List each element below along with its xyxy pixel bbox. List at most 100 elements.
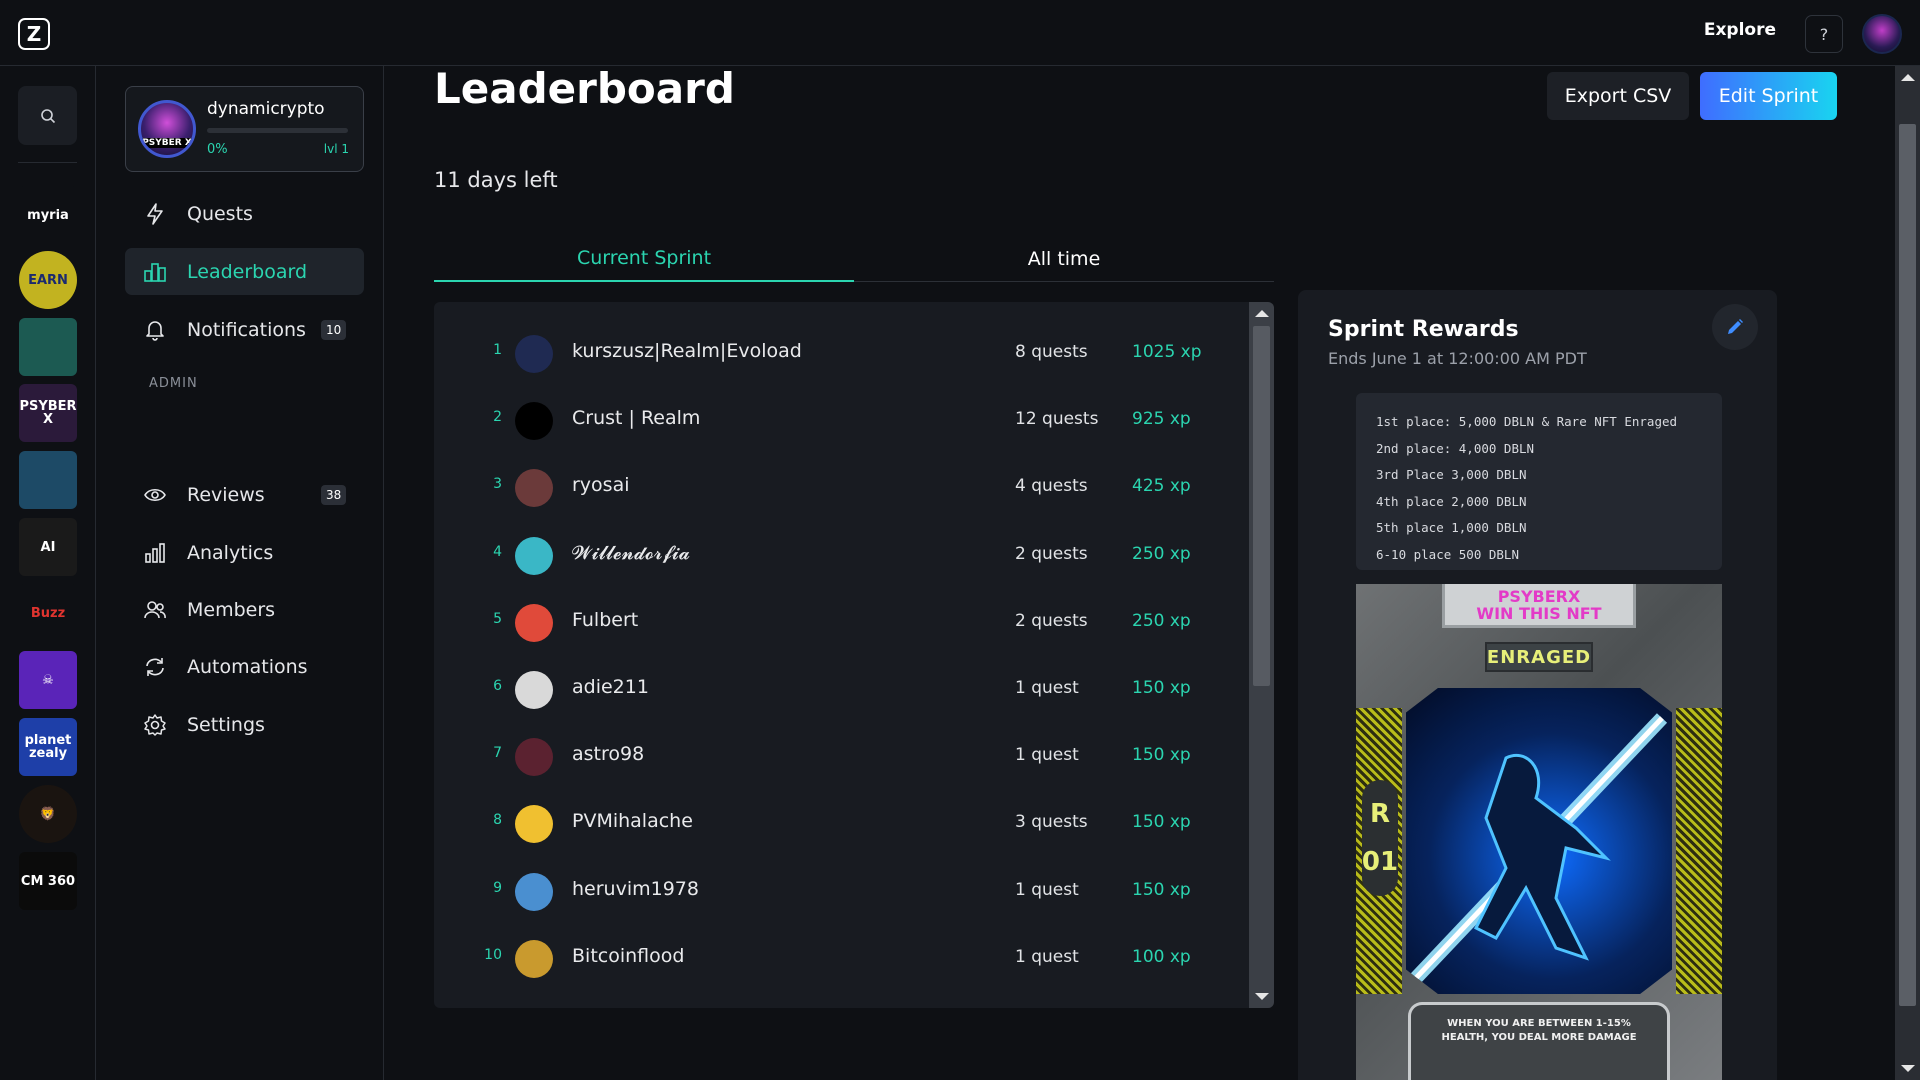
nav-automations[interactable]: Automations xyxy=(125,643,364,690)
nft-rarity-badge: R 01 xyxy=(1362,780,1398,896)
rank: 7 xyxy=(493,745,502,762)
quest-count: 1 quest xyxy=(1015,946,1079,967)
member-name[interactable]: astro98 xyxy=(572,743,644,765)
nav-quests[interactable]: Quests xyxy=(125,190,364,237)
community-psyberx[interactable]: PSYBER X xyxy=(19,384,77,442)
xp-value: 250 xp xyxy=(1132,610,1191,631)
member-avatar xyxy=(515,335,553,373)
leaderboard-row[interactable]: 2 Crust | Realm 12 quests 925 xp xyxy=(434,387,1249,454)
sprint-rewards-panel: Sprint Rewards Ends June 1 at 12:00:00 A… xyxy=(1298,290,1777,1080)
nav-members[interactable]: Members xyxy=(125,586,364,633)
quest-count: 2 quests xyxy=(1015,543,1088,564)
nav-settings[interactable]: Settings xyxy=(125,701,364,748)
quest-count: 8 quests xyxy=(1015,342,1088,362)
rank: 1 xyxy=(493,342,502,358)
nav-notifications-label: Notifications xyxy=(187,318,306,341)
xp-value: 250 xp xyxy=(1132,543,1191,564)
page-scroll-thumb[interactable] xyxy=(1899,124,1916,1006)
member-name[interactable]: kurszusz|Realm|Evoload xyxy=(572,340,802,362)
scroll-down-arrow[interactable] xyxy=(1255,993,1269,1000)
community-skull[interactable]: ☠ xyxy=(19,651,77,709)
zealy-logo[interactable]: Z xyxy=(18,18,50,50)
community-rail: myria EARN PSYBER X AI Buzz ☠ planet zealy 🦁 CM … xyxy=(0,66,96,1080)
community-glitch[interactable] xyxy=(19,318,77,376)
refresh-icon xyxy=(143,655,167,679)
edit-rewards-button[interactable] xyxy=(1712,304,1758,350)
edit-sprint-button[interactable]: Edit Sprint xyxy=(1700,72,1837,120)
reward-line: 3rd Place 3,000 DBLN xyxy=(1376,467,1527,482)
member-name[interactable]: ryosai xyxy=(572,474,630,496)
community-myria[interactable]: myria xyxy=(19,186,77,244)
page-scroll-up-arrow[interactable] xyxy=(1901,74,1915,81)
community-ai[interactable]: AI xyxy=(19,518,77,576)
member-avatar xyxy=(515,603,553,642)
tab-current-sprint[interactable]: Current Sprint xyxy=(434,236,854,282)
user-avatar[interactable] xyxy=(1862,14,1902,54)
leaderboard-scroll-thumb[interactable] xyxy=(1253,326,1270,686)
help-button[interactable]: ? xyxy=(1805,15,1843,53)
leaderboard-row[interactable]: 4 𝓦𝓲𝓵𝓵𝓮𝓷𝓭𝓸𝓻𝓯𝓲𝓪 2 quests 250 xp xyxy=(434,522,1249,589)
nav-notifications[interactable]: Notifications 10 xyxy=(125,306,364,353)
nft-reward-image: PSYBERX WIN THIS NFT ENRAGED R 01 WHEN Y… xyxy=(1356,584,1722,1080)
community-lion[interactable]: 🦁 xyxy=(19,785,77,843)
quest-count: 2 quests xyxy=(1015,610,1088,631)
nav-leaderboard-label: Leaderboard xyxy=(187,260,308,283)
leaderboard-row[interactable]: 9 heruvim1978 1 quest 150 xp xyxy=(434,858,1249,925)
member-name[interactable]: Fulbert xyxy=(572,609,638,631)
member-name[interactable]: heruvim1978 xyxy=(572,878,699,900)
explore-link[interactable]: Explore xyxy=(1704,20,1776,40)
export-csv-button[interactable]: Export CSV xyxy=(1547,72,1689,120)
nav-reviews[interactable]: Reviews 38 xyxy=(125,471,364,518)
search-icon xyxy=(40,108,55,123)
sprint-rewards-title: Sprint Rewards xyxy=(1328,317,1519,342)
leaderboard-row[interactable]: 1 kurszusz|Realm|Evoload 8 quests 1025 xp xyxy=(434,320,1249,387)
rank: 10 xyxy=(484,946,502,963)
community-cm360[interactable]: CM 360 xyxy=(19,852,77,910)
community-earn[interactable]: EARN xyxy=(19,251,77,309)
nft-name-badge: ENRAGED xyxy=(1485,642,1593,672)
leaderboard-row[interactable]: 5 Fulbert 2 quests 250 xp xyxy=(434,589,1249,656)
leaderboard-row[interactable]: 6 adie211 1 quest 150 xp xyxy=(434,656,1249,723)
member-name[interactable]: Crust | Realm xyxy=(572,407,700,429)
leaderboard-table: 1 kurszusz|Realm|Evoload 8 quests 1025 xp 2 C… xyxy=(434,302,1274,1008)
community-cyber-city[interactable] xyxy=(19,451,77,509)
leaderboard-row[interactable]: 8 PVMihalache 3 quests 150 xp xyxy=(434,790,1249,857)
leaderboard-row[interactable]: 3 ryosai 4 quests 425 xp xyxy=(434,454,1249,521)
profile-card[interactable]: PSYBER X dynamicrypto 0% lvl 1 xyxy=(125,86,364,172)
search-button[interactable] xyxy=(18,86,77,145)
nav-leaderboard[interactable]: Leaderboard xyxy=(125,248,364,295)
leaderboard-row[interactable]: 10 Bitcoinflood 1 quest 100 xp xyxy=(434,925,1249,992)
nav-analytics[interactable]: Analytics xyxy=(125,529,364,576)
page-scrollbar[interactable] xyxy=(1895,66,1920,1080)
bar-chart-icon xyxy=(143,541,167,565)
community-planet-zealy[interactable]: planet zealy xyxy=(19,718,77,776)
member-avatar xyxy=(515,469,553,508)
xp-value: 100 xp xyxy=(1132,946,1191,967)
quest-count: 1 quest xyxy=(1015,879,1079,900)
nav-analytics-label: Analytics xyxy=(187,541,274,564)
xp-progress-bar xyxy=(207,128,348,133)
rank: 3 xyxy=(493,476,502,493)
xp-value: 150 xp xyxy=(1132,745,1191,766)
scroll-up-arrow[interactable] xyxy=(1255,310,1269,317)
reward-line: 6-10 place 500 DBLN xyxy=(1376,546,1519,562)
reward-line: 5th place 1,000 DBLN xyxy=(1376,520,1527,535)
quest-count: 4 quests xyxy=(1015,476,1088,497)
quest-count: 12 quests xyxy=(1015,409,1099,430)
member-name[interactable]: 𝓦𝓲𝓵𝓵𝓮𝓷𝓭𝓸𝓻𝓯𝓲𝓪 xyxy=(572,542,690,564)
eye-icon xyxy=(143,483,167,507)
nav-quests-label: Quests xyxy=(187,202,253,225)
member-name[interactable]: PVMihalache xyxy=(572,810,693,832)
pencil-icon xyxy=(1728,319,1743,334)
tab-all-time[interactable]: All time xyxy=(854,236,1274,282)
member-name[interactable]: adie211 xyxy=(572,676,649,698)
page-scroll-down-arrow[interactable] xyxy=(1901,1065,1915,1072)
leaderboard-scrollbar[interactable] xyxy=(1249,302,1274,1008)
nft-banner: PSYBERX WIN THIS NFT xyxy=(1442,584,1636,628)
top-bar: Z Explore ? xyxy=(0,0,1920,66)
member-name[interactable]: Bitcoinflood xyxy=(572,945,684,967)
reward-line: 4th place 2,000 DBLN xyxy=(1376,493,1527,509)
leaderboard-row[interactable]: 7 astro98 1 quest 150 xp xyxy=(434,723,1249,790)
community-buzz[interactable]: Buzz xyxy=(19,584,77,642)
rank: 9 xyxy=(493,879,502,896)
